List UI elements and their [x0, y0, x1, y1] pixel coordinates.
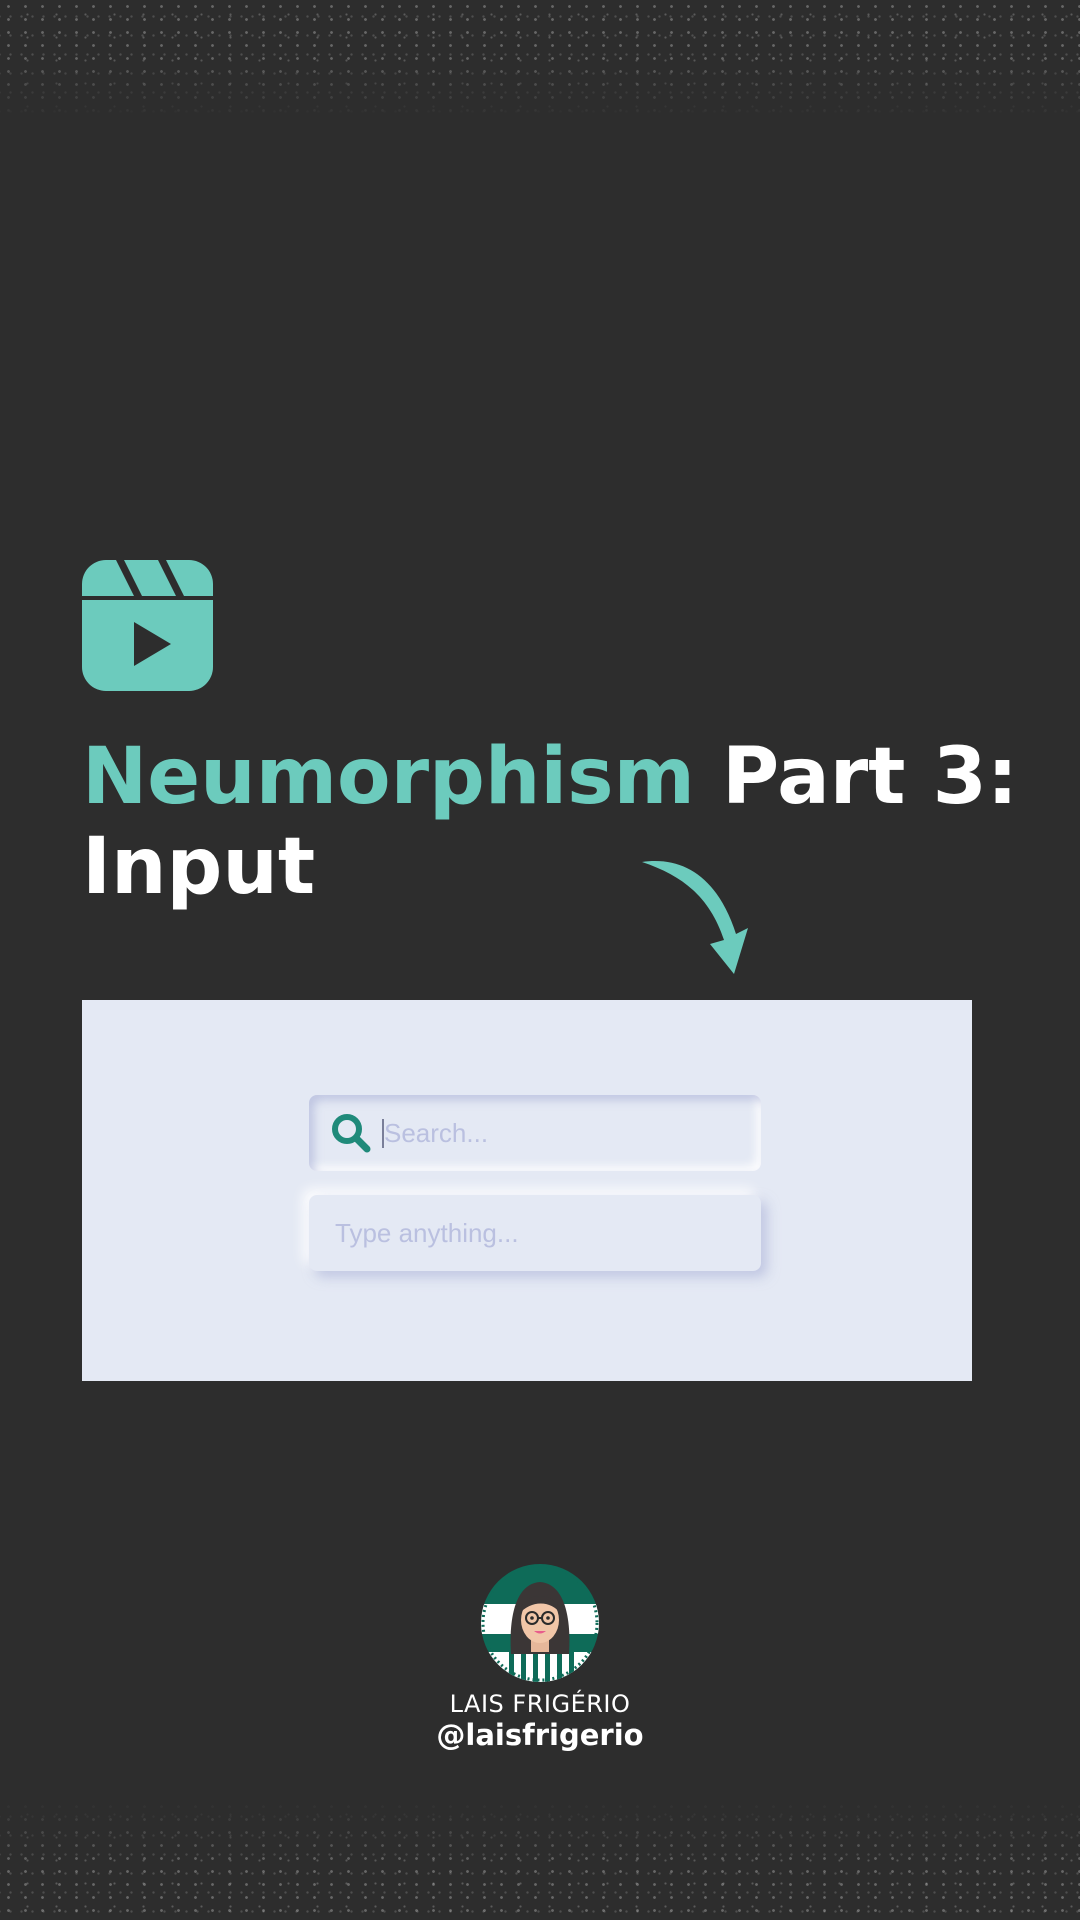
reels-icon: [82, 560, 213, 691]
page-title: Neumorphism Part 3: Input: [82, 732, 1022, 912]
title-rest-line1: Part 3:: [694, 732, 1019, 822]
search-field[interactable]: Search...: [309, 1095, 761, 1171]
author-block: LAIS FRIGÉRIO @laisfrigerio: [0, 1564, 1080, 1752]
title-line2: Input: [82, 822, 316, 912]
text-input[interactable]: Type anything...: [335, 1195, 519, 1271]
title-accent-word: Neumorphism: [82, 732, 695, 822]
speckle-texture-bottom: [0, 1800, 1080, 1920]
author-handle[interactable]: @laisfrigerio: [0, 1718, 1080, 1752]
speckle-texture-top: [0, 0, 1080, 120]
demo-panel: Search... Type anything...: [82, 1000, 972, 1381]
curved-arrow-icon: [642, 861, 748, 974]
text-input-field[interactable]: Type anything...: [309, 1195, 761, 1271]
avatar: [481, 1564, 599, 1682]
search-input[interactable]: Search...: [384, 1095, 488, 1171]
author-name: LAIS FRIGÉRIO: [449, 1690, 631, 1718]
search-icon: [332, 1114, 371, 1153]
